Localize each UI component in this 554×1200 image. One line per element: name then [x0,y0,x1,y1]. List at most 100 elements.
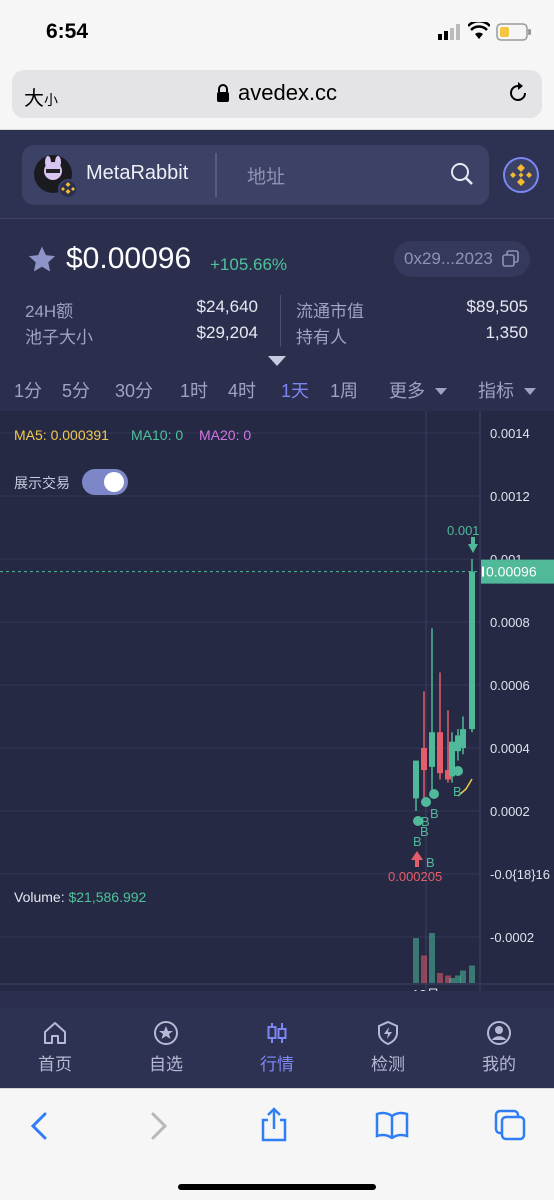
contract-address-chip[interactable]: 0x29...2023 [394,241,530,277]
tab-detect[interactable]: 检测 [333,1008,443,1088]
status-time: 6:54 [46,20,89,43]
volume-24h-label: 24H额 [25,302,74,321]
buy-marker-label: B [453,784,462,799]
volume-bar [437,973,443,983]
market-cap-label: 流通市值 [296,302,364,321]
y-tick-label: 0.0008 [490,615,530,630]
y-tick-label: 0.0012 [490,489,530,504]
volume-bar [421,955,427,983]
volume-bar [449,978,455,983]
battery-icon [496,23,532,46]
tab-watchlist[interactable]: 自选 [111,1008,221,1088]
tf-30m[interactable]: 30分 [115,377,153,403]
forward-icon[interactable] [148,1111,170,1146]
y-tick-label: 0.0002 [490,804,530,819]
token-name: MetaRabbit [86,162,189,184]
address-placeholder[interactable]: 地址 [247,162,285,189]
pool-size-label: 池子大小 [25,328,93,347]
expand-caret-icon[interactable] [268,353,286,371]
text-size-small: 小 [44,92,58,108]
market-cap-value: $89,505 [466,297,528,316]
tab-market[interactable]: 行情 [222,1008,332,1088]
shield-bolt-icon [378,1020,398,1046]
tf-1h[interactable]: 1时 [180,377,208,403]
buy-marker-label: B [426,855,435,870]
current-price-tag: 0.00096 [486,564,537,580]
candles-icon [267,1023,287,1043]
text-size-big: 大 [24,88,44,110]
status-bar: 6:54 [0,0,554,60]
ma20-label: MA20: 0 [199,427,252,443]
more-timeframes-button[interactable]: 更多 [389,377,448,403]
tab-home[interactable]: 首页 [0,1008,110,1088]
holders-label: 持有人 [296,328,347,347]
candle-body [413,760,419,799]
candle-body [429,732,435,767]
tf-5m[interactable]: 5分 [62,377,90,403]
bnb-chain-badge-icon [58,179,78,199]
y-tick-label: 0.0014 [490,426,530,441]
back-icon[interactable] [28,1111,50,1146]
candlestick-chart[interactable]: 0.0014 0.0012 0.001 0.0008 0.0006 0.0004 0.000… [0,411,554,991]
volume-value: $21,586.992 [68,889,147,905]
bookmarks-icon[interactable] [375,1111,409,1144]
tf-1w[interactable]: 1周 [330,377,358,403]
tf-1d[interactable]: 1天 [281,377,309,403]
buy-marker-dot [453,766,463,776]
search-icon[interactable] [450,162,474,191]
text-size-button[interactable]: 大小 [24,82,58,111]
contract-address: 0x29...2023 [404,249,493,268]
volume-bar [413,938,419,983]
dropdown-caret-icon [435,388,448,396]
favorite-star-icon[interactable] [25,244,59,281]
low-price-label: 0.000205 [388,869,442,884]
volume-24h-value: $24,640 [196,297,258,316]
token-price: $0.00096 [66,242,192,275]
divider [215,153,217,197]
candle-body [469,571,475,730]
high-arrow-icon [468,537,478,553]
share-icon[interactable] [259,1107,289,1148]
copy-icon[interactable] [502,250,520,273]
tab-watchlist-label: 自选 [149,1055,183,1074]
y-tick-label: 0.0006 [490,678,530,693]
tab-market-label: 行情 [260,1055,294,1074]
high-price-label: 0.001 [447,523,480,538]
candle-body [421,748,427,771]
tab-profile-label: 我的 [482,1055,516,1074]
tf-4h[interactable]: 4时 [228,377,256,403]
indicators-button[interactable]: 指标 [478,377,537,403]
browser-toolbar: 大小 avedex.cc [0,60,554,130]
home-icon [44,1022,66,1044]
bnb-chain-icon[interactable] [503,157,539,193]
buy-marker-dot [429,789,439,799]
stats-divider [280,295,281,347]
url-bar[interactable]: 大小 avedex.cc [12,70,542,118]
y-tick-label: -0.0{18}16 [490,867,550,882]
show-trades-label: 展示交易 [14,475,70,491]
reload-icon[interactable] [506,81,530,110]
app-header: MetaRabbit 地址 [0,131,554,219]
toggle-knob [104,472,124,492]
tab-profile[interactable]: 我的 [444,1008,554,1088]
indicator-label: 指标 [478,381,514,401]
low-arrow-icon [411,851,423,867]
wifi-icon [467,19,491,45]
show-trades-toggle[interactable] [82,469,128,495]
volume-bar [460,970,466,983]
bottom-tab-bar: 首页 自选 行情 检测 我的 [0,1008,554,1088]
home-indicator [178,1184,376,1190]
url-text: avedex.cc [238,80,338,105]
dropdown-caret-icon [524,388,537,396]
token-search-box[interactable]: MetaRabbit 地址 [22,145,489,205]
x-axis-label: 12月 [412,987,439,991]
buy-marker-label: B [430,806,439,821]
tf-1m[interactable]: 1分 [14,377,42,403]
volume-bar [429,933,435,983]
buy-marker-label: B [420,824,429,839]
price-change: +105.66% [210,255,288,274]
y-tick-label: -0.0002 [490,930,534,945]
tabs-icon[interactable] [494,1109,526,1146]
tab-detect-label: 检测 [371,1055,405,1074]
lock-icon [216,83,230,108]
